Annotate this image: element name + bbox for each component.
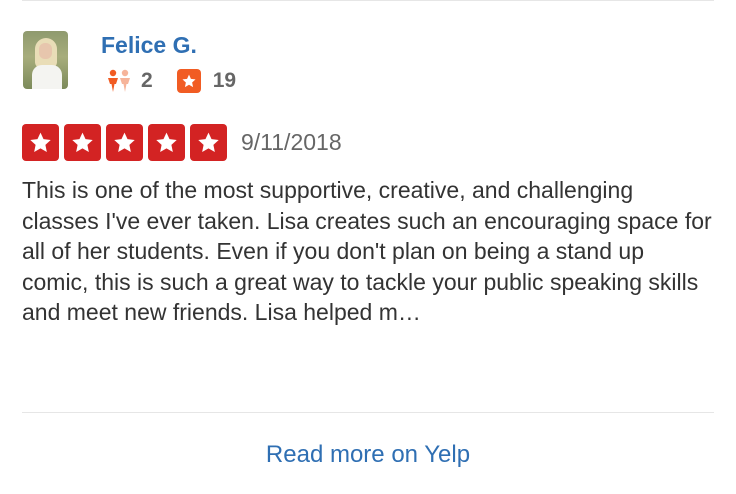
review-card: Felice G. 2 19 9/11/2018 This is one of …	[0, 0, 736, 494]
review-text: This is one of the most supportive, crea…	[22, 177, 712, 326]
reviewer-stats: 2 19	[105, 68, 236, 94]
star-icon	[148, 124, 185, 161]
read-more-link[interactable]: Read more on Yelp	[0, 440, 736, 470]
reviewer-name[interactable]: Felice G.	[101, 31, 197, 59]
review-count: 19	[212, 69, 237, 92]
top-divider	[22, 0, 714, 1]
review-date: 9/11/2018	[241, 129, 342, 155]
star-icon	[106, 124, 143, 161]
star-icon	[190, 124, 227, 161]
star-rating: 9/11/2018	[22, 124, 342, 161]
avatar[interactable]	[23, 31, 68, 89]
star-icon	[64, 124, 101, 161]
friends-count: 2	[141, 69, 153, 92]
bottom-divider	[22, 412, 714, 413]
review-star-icon	[176, 69, 201, 93]
star-icon	[22, 124, 59, 161]
friends-icon	[108, 69, 130, 92]
